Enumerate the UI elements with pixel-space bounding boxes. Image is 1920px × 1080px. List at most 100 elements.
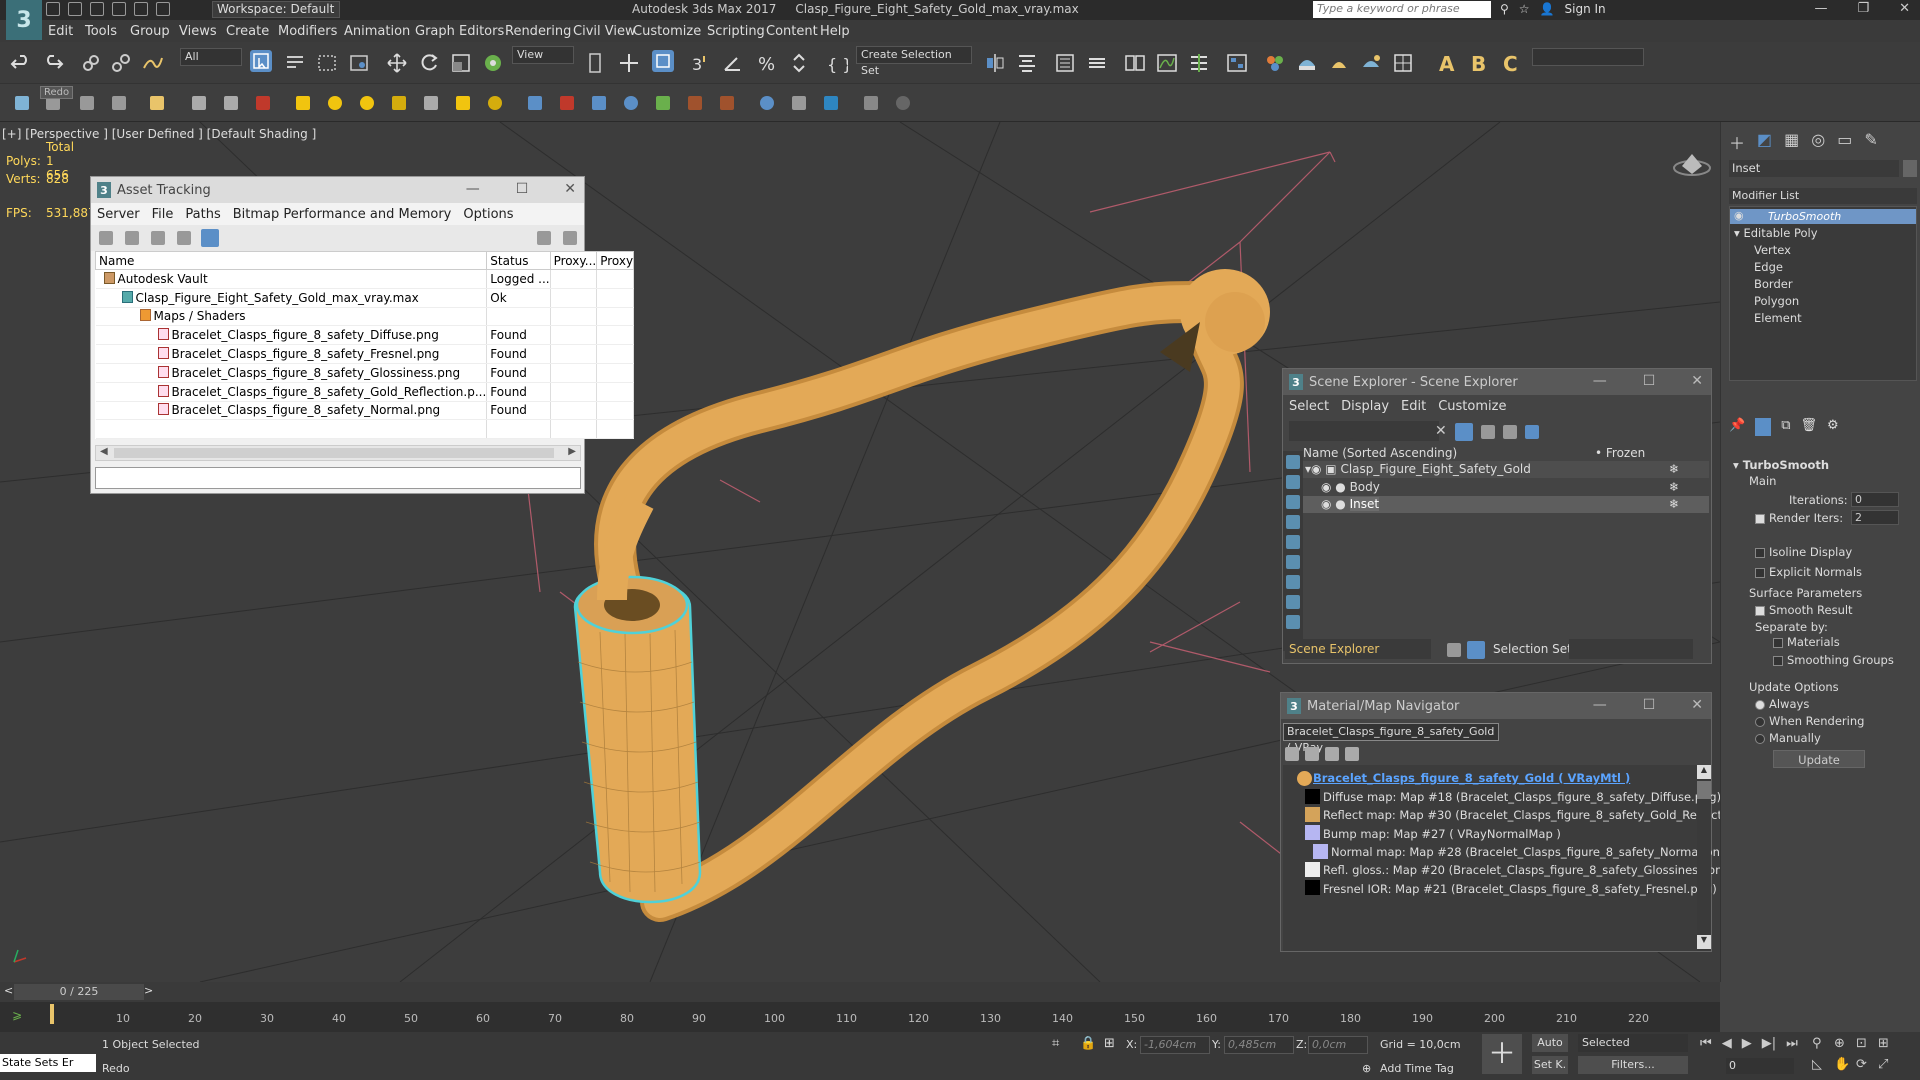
vray-plane-icon[interactable]: [864, 96, 878, 110]
reference-coordinate-dropdown[interactable]: View: [512, 46, 574, 64]
menu-graph-editors[interactable]: Graph Editors: [415, 24, 504, 39]
map-bump[interactable]: Bump map: Map #27 ( VRayNormalMap ): [1323, 827, 1561, 841]
biped-icon[interactable]: [256, 96, 270, 110]
create-tab-icon[interactable]: ＋: [1729, 130, 1745, 154]
column-proxy-resolution[interactable]: Proxy...: [549, 251, 598, 270]
mirror-icon[interactable]: [984, 52, 1006, 74]
asset-name-cell[interactable]: Clasp_Figure_Eight_Safety_Gold_max_vray.…: [95, 288, 488, 308]
play-icon[interactable]: ▶: [1742, 1036, 1752, 1051]
make-unique-icon[interactable]: ⧉: [1781, 418, 1790, 436]
pan-icon[interactable]: ✋: [1834, 1057, 1856, 1072]
material-navigator-titlebar[interactable]: 3 Material/Map Navigator — ☐ ✕: [1281, 693, 1711, 719]
always-radio[interactable]: [1755, 700, 1765, 710]
horizontal-scrollbar[interactable]: ◀ ▶: [95, 445, 581, 461]
minimize-button[interactable]: —: [1593, 697, 1607, 713]
star-icon[interactable]: ☆: [1519, 2, 1530, 16]
rect-selection-icon[interactable]: [316, 52, 338, 74]
scrollbar-thumb[interactable]: [1697, 781, 1711, 799]
smooth-result-checkbox[interactable]: [1755, 606, 1765, 616]
project-folder-icon[interactable]: [156, 2, 170, 16]
cone-icon[interactable]: [424, 96, 438, 110]
toggle-ribbon-icon[interactable]: [1124, 52, 1146, 74]
maximize-button[interactable]: ❐: [1857, 1, 1869, 16]
text-c-icon[interactable]: C: [1500, 52, 1522, 76]
selection-lock-icon[interactable]: 🔒: [1080, 1036, 1096, 1051]
layer-stack-icon[interactable]: [1447, 643, 1461, 657]
scene-search-field[interactable]: [1289, 421, 1439, 441]
cloth-icon[interactable]: [224, 96, 238, 110]
close-button[interactable]: ✕: [1691, 373, 1703, 389]
subobject-polygon[interactable]: Polygon: [1754, 294, 1799, 308]
bones-filter-icon[interactable]: [1286, 615, 1300, 629]
motion-tab-icon[interactable]: ◎: [1811, 130, 1825, 154]
zoom-extents-all-icon[interactable]: ⊞: [1878, 1036, 1900, 1051]
map-refl-gloss[interactable]: Refl. gloss.: Map #20 (Bracelet_Clasps_f…: [1323, 863, 1734, 877]
vertical-scrollbar[interactable]: ▲ ▼: [1697, 765, 1711, 951]
go-to-start-icon[interactable]: ⏮: [1700, 1036, 1712, 1051]
maximize-button[interactable]: ☐: [1643, 373, 1656, 389]
iterations-spinner[interactable]: 0: [1851, 492, 1899, 507]
time-slider-right-arrow[interactable]: >: [144, 984, 153, 997]
zoom-extents-icon[interactable]: ⊡: [1856, 1036, 1878, 1051]
asset-name-cell[interactable]: Bracelet_Clasps_figure_8_safety_Diffuse.…: [95, 325, 488, 346]
maxscript-listener[interactable]: State Sets Er: [0, 1054, 96, 1072]
workspace-dropdown[interactable]: Workspace: Default: [212, 1, 340, 18]
grid-icon[interactable]: [112, 96, 126, 110]
asset-name-cell[interactable]: Bracelet_Clasps_figure_8_safety_Glossine…: [95, 363, 488, 383]
toolbar-extra-dropdown[interactable]: [1532, 48, 1644, 66]
text-a-icon[interactable]: A: [1436, 52, 1458, 76]
configure-modifier-sets-icon[interactable]: ⚙: [1827, 418, 1839, 436]
xrefs-filter-icon[interactable]: [1286, 595, 1300, 609]
column-status[interactable]: Status: [486, 251, 551, 270]
search-input[interactable]: Type a keyword or phrase: [1313, 1, 1491, 18]
pin-stack-icon[interactable]: 📌: [1729, 418, 1745, 436]
view-small-icons-icon[interactable]: [1325, 747, 1339, 761]
subobject-edge[interactable]: Edge: [1754, 260, 1783, 274]
toggle-scene-explorer-icon[interactable]: [1054, 52, 1076, 74]
undo-checkout-icon[interactable]: [177, 231, 191, 245]
toggle-layer-explorer-icon[interactable]: [1086, 52, 1108, 74]
asset-path-field[interactable]: [95, 467, 581, 489]
redo-icon[interactable]: [134, 2, 148, 16]
system-icon[interactable]: [624, 96, 638, 110]
curve-editor-icon[interactable]: [1156, 52, 1178, 74]
menu-views[interactable]: Views: [179, 24, 217, 39]
scroll-up-icon[interactable]: ▲: [1697, 765, 1711, 779]
get-latest-icon[interactable]: [151, 231, 165, 245]
time-slider-left-arrow[interactable]: <: [4, 984, 13, 997]
open-file-icon[interactable]: [68, 2, 82, 16]
key-filter-dropdown[interactable]: Selected: [1578, 1034, 1688, 1052]
scroll-down-icon[interactable]: ▼: [1697, 935, 1711, 949]
text-b-icon[interactable]: B: [1468, 52, 1490, 76]
z-coordinate-field[interactable]: 0,0cm: [1308, 1036, 1368, 1054]
x-coordinate-field[interactable]: -1,604cm: [1140, 1036, 1210, 1054]
view-list-icon[interactable]: [1285, 747, 1299, 761]
scene-menu-edit[interactable]: Edit: [1401, 399, 1426, 414]
spline-icon[interactable]: [528, 96, 542, 110]
zoom-all-icon[interactable]: ⊕: [1834, 1036, 1856, 1051]
help-circle-icon[interactable]: [896, 96, 910, 110]
column-frozen[interactable]: • Frozen: [1595, 445, 1645, 462]
percent-snap-icon[interactable]: %: [756, 52, 778, 75]
geosphere-icon[interactable]: [360, 96, 374, 110]
turbosmooth-rollout-title[interactable]: ▾ TurboSmooth: [1733, 458, 1829, 472]
add-time-tag[interactable]: Add Time Tag: [1380, 1062, 1454, 1075]
lights-filter-icon[interactable]: [1286, 495, 1300, 509]
menu-tools[interactable]: Tools: [85, 24, 117, 39]
view-large-icons-icon[interactable]: [1345, 747, 1359, 761]
shapes-filter-icon[interactable]: [1286, 475, 1300, 489]
light-icon[interactable]: [150, 96, 164, 110]
maximize-button[interactable]: ☐: [516, 181, 529, 197]
asset-name-cell[interactable]: Autodesk Vault: [95, 269, 488, 289]
list-icon[interactable]: [80, 96, 94, 110]
tube-icon[interactable]: [488, 96, 502, 110]
rendered-frame-window-icon[interactable]: [1328, 52, 1350, 74]
explorer-name-dropdown[interactable]: Scene Explorer: [1285, 639, 1431, 659]
modify-tab-icon[interactable]: ◩: [1757, 130, 1772, 154]
maximize-button[interactable]: ☐: [1643, 697, 1656, 713]
utilities-tab-icon[interactable]: ✎: [1864, 130, 1877, 154]
asset-name-cell[interactable]: Bracelet_Clasps_figure_8_safety_Gold_Ref…: [95, 382, 488, 402]
materials-checkbox[interactable]: [1773, 638, 1783, 648]
undo-icon[interactable]: [112, 2, 126, 16]
snowflake-icon[interactable]: ❄: [1669, 496, 1679, 513]
